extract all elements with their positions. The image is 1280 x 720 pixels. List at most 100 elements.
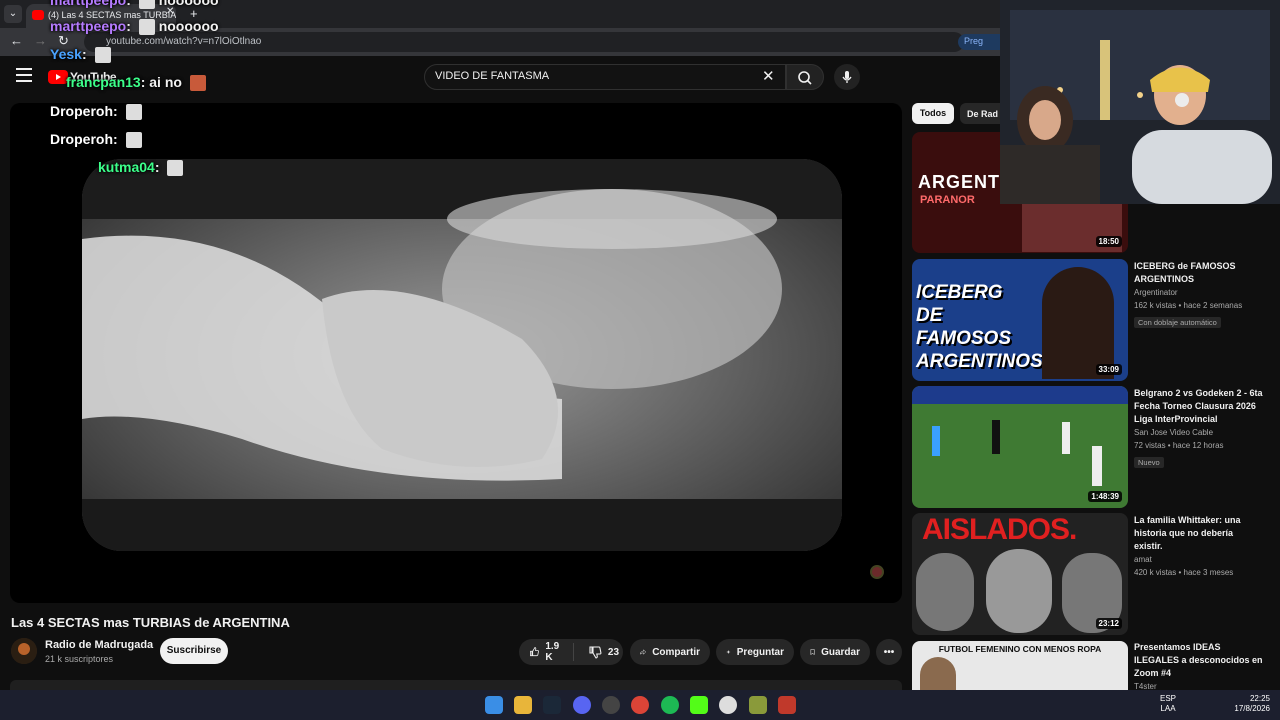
dislike-count: 23 [607,646,620,658]
menu-icon[interactable] [16,68,32,82]
share-label: Compartir [652,646,700,658]
recommendation-title: Presentamos IDEAS ILEGALES a desconocido… [1134,642,1263,678]
video-frame-image [82,159,842,551]
chat-username: Droperoh [50,103,113,119]
youtube-logo-icon[interactable] [48,70,68,84]
more-icon: ••• [883,646,895,658]
discord-icon[interactable] [573,696,591,714]
channel-name[interactable]: Radio de Madrugada [45,639,153,651]
chat-message: Droperoh: [50,103,142,121]
video-player[interactable] [10,103,902,603]
emote-icon [138,0,155,10]
chat-username: kutma04 [98,159,155,175]
chat-message: marttpeepo: noooooo [50,18,219,36]
video-duration: 33:09 [1095,364,1122,375]
dubbing-badge: Con doblaje automático [1134,317,1221,328]
recommendation-info[interactable]: ICEBERG de FAMOSOS ARGENTINOS Argentinat… [1134,260,1264,330]
chat-message: Droperoh: [50,131,142,149]
watermark-icon [870,565,884,579]
chat-message: Yesk: [50,46,111,64]
emote-icon [94,47,111,64]
recommendation-thumbnail[interactable]: 1:48:39 [912,386,1128,508]
back-icon[interactable]: ← [10,33,23,48]
save-button[interactable]: Guardar [800,639,870,665]
clock[interactable]: 22:25 17/8/2026 [1226,694,1270,714]
share-icon [640,649,647,655]
recommendation-info[interactable]: Presentamos IDEAS ILEGALES a desconocido… [1134,641,1264,690]
recommendation-title: Belgrano 2 vs Godeken 2 - 6ta Fecha Torn… [1134,388,1263,424]
recommendation-thumbnail[interactable]: FUTBOL FEMENINO CON MENOS ROPA [912,641,1128,690]
dislike-icon [589,646,602,659]
webcam-overlay [1000,0,1280,204]
chat-text: ai no [149,74,182,90]
recommendation-meta: 420 k vistas • hace 3 meses [1134,568,1234,577]
steam-icon[interactable] [543,696,561,714]
more-actions-button[interactable]: ••• [876,639,902,665]
spotify-icon[interactable] [661,696,679,714]
recommendation-channel: San Jose Video Cable [1134,428,1214,437]
tab-search-button[interactable]: ⌄ [4,5,22,23]
subscribe-button[interactable]: Suscribirse [160,638,228,664]
chat-text: noooooo [158,0,219,8]
recommendation-channel: T4ster [1134,682,1157,690]
chat-username: Yesk [50,46,82,62]
thumbnail-text: ICEBERG DE FAMOSOS ARGENTINOS [916,282,1043,372]
mic-button[interactable] [834,64,860,90]
chat-message: marttpeepo: noooooo [50,0,219,10]
recommendation-thumbnail[interactable]: AISLADOS. 23:12 [912,513,1128,635]
like-icon [530,647,539,657]
ask-label: Preguntar [736,646,784,658]
chat-username: francpan13 [66,74,141,90]
thumbnail-text: AISLADOS. [922,513,1077,546]
ask-button[interactable]: Preguntar [716,639,794,665]
recommendation-title: La familia Whittaker: una historia que n… [1134,515,1241,551]
chip-all[interactable]: Todos [912,103,954,124]
dislike-button[interactable]: 23 [580,645,627,659]
like-button[interactable]: 1.9 K [519,641,574,663]
recommendation-info[interactable]: Belgrano 2 vs Godeken 2 - 6ta Fecha Torn… [1134,387,1264,470]
channel-avatar[interactable] [11,638,37,664]
chat-username: marttpeepo [50,18,127,34]
youtube-favicon-icon [32,10,44,20]
app-icon[interactable] [778,696,796,714]
kick-icon[interactable] [690,696,708,714]
thumbnail-text: FUTBOL FEMENINO CON MENOS ROPA [938,644,1102,654]
emote-icon [138,19,155,36]
file-explorer-icon[interactable] [514,696,532,714]
chat-message: kutma04: [98,159,184,177]
clock-time: 22:25 [1249,694,1270,703]
chrome-icon[interactable] [631,696,649,714]
video-duration: 18:50 [1095,236,1122,247]
new-badge: Nuevo [1134,457,1164,468]
recommendation-thumbnail[interactable]: ICEBERG DE FAMOSOS ARGENTINOS 33:09 [912,259,1128,381]
emote-icon [189,75,206,92]
search-button[interactable] [786,64,824,90]
forward-icon[interactable]: → [34,33,47,48]
language-code: ESP [1160,694,1177,703]
recommendation-channel: Argentinator [1134,288,1178,297]
bookmark-icon [810,649,815,656]
share-button[interactable]: Compartir [630,639,710,665]
mic-icon [842,71,852,83]
language-indicator[interactable]: ESP LAA [1160,694,1176,714]
start-icon[interactable] [485,696,503,714]
recommendation-info[interactable]: La familia Whittaker: una historia que n… [1134,514,1264,579]
close-icon[interactable]: ✕ [762,67,775,85]
video-title: Las 4 SECTAS mas TURBIAS de ARGENTINA [11,615,290,630]
emote-icon [167,160,184,177]
chat-text: noooooo [158,18,219,34]
video-frame [82,159,842,551]
app-icon[interactable] [602,696,620,714]
search-input[interactable]: VIDEO DE FANTASMA [424,64,786,90]
app-icon[interactable] [719,696,737,714]
emote-icon [125,104,142,121]
like-dislike-group: 1.9 K 23 [519,639,623,665]
recommendation-title: ICEBERG de FAMOSOS ARGENTINOS [1134,261,1236,284]
save-label: Guardar [821,646,860,658]
recommendation-channel: amat [1134,555,1152,564]
chat-message: francpan13: ai no [66,74,206,92]
app-icon[interactable] [749,696,767,714]
webcam-image [1000,0,1280,204]
description-box[interactable] [10,680,902,690]
thumbnail-text: ARGENTI [918,172,1006,192]
